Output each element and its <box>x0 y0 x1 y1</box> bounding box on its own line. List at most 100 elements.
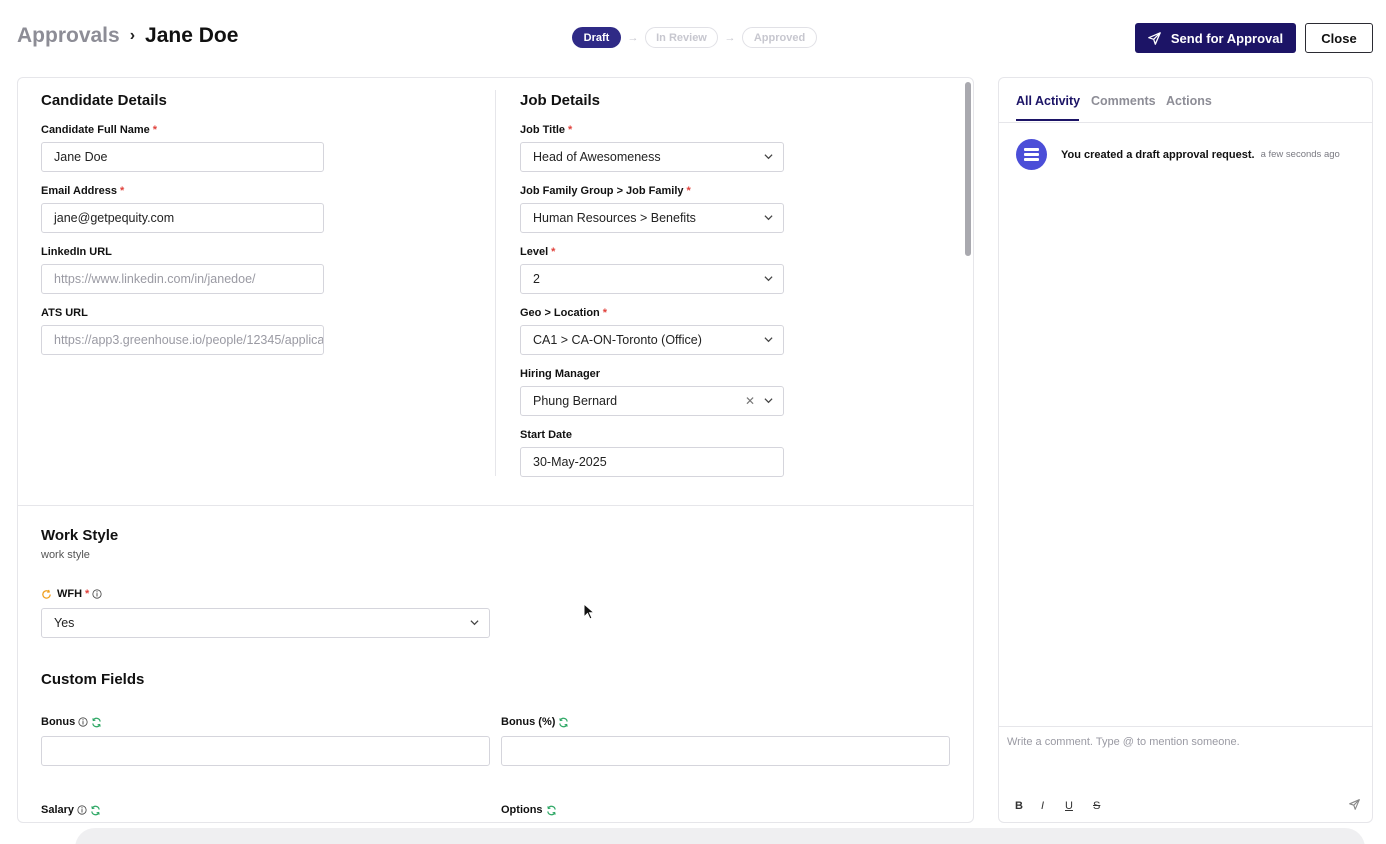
hiring-manager-value: Phung Bernard <box>533 394 618 408</box>
candidate-name-input[interactable]: Jane Doe <box>41 142 324 172</box>
tab-comments[interactable]: Comments <box>1091 94 1156 108</box>
chevron-down-icon <box>470 620 479 626</box>
linkedin-label-text: LinkedIn URL <box>41 246 112 258</box>
salary-label: Salary <box>41 804 101 816</box>
location-label: Geo > Location * <box>520 307 607 319</box>
work-style-title: Work Style <box>41 527 119 544</box>
close-button[interactable]: Close <box>1305 23 1373 53</box>
comment-input[interactable]: Write a comment. Type @ to mention someo… <box>1007 736 1240 748</box>
ats-label-text: ATS URL <box>41 307 88 319</box>
italic-button[interactable]: I <box>1041 800 1044 812</box>
start-date-input[interactable]: 30-May-2025 <box>520 447 784 477</box>
sync-icon <box>546 805 556 815</box>
step-approved: Approved <box>742 27 817 48</box>
job-title-label: Job Title * <box>520 124 572 136</box>
sync-icon <box>92 717 101 727</box>
tab-actions[interactable]: Actions <box>1166 94 1212 108</box>
job-family-value: Human Resources > Benefits <box>533 211 696 225</box>
send-for-approval-button[interactable]: Send for Approval <box>1135 23 1296 53</box>
location-select[interactable]: CA1 > CA-ON-Toronto (Office) <box>520 325 784 355</box>
required-marker: * <box>152 124 158 136</box>
bonus-pct-input[interactable] <box>501 736 950 766</box>
required-marker: * <box>551 246 556 258</box>
bottom-bar-shadow <box>75 828 1365 844</box>
breadcrumb: Approvals › Jane Doe <box>17 24 238 48</box>
info-icon[interactable] <box>92 589 102 599</box>
ats-label: ATS URL <box>41 307 88 319</box>
required-marker: * <box>120 185 125 197</box>
level-label-text: Level <box>520 246 549 258</box>
activity-text: You created a draft approval request. <box>1061 148 1255 161</box>
step-arrow-icon: → <box>724 31 736 44</box>
level-label: Level * <box>520 246 555 258</box>
clear-icon[interactable]: ✕ <box>745 394 755 408</box>
candidate-name-label: Candidate Full Name * <box>41 124 157 136</box>
info-icon[interactable] <box>78 717 88 727</box>
mouse-cursor-icon <box>583 603 595 620</box>
job-details-title: Job Details <box>520 92 601 109</box>
start-date-label: Start Date <box>520 429 572 441</box>
sync-icon <box>91 805 100 815</box>
chevron-down-icon <box>764 398 773 404</box>
bonus-label-text: Bonus <box>41 716 76 728</box>
breadcrumb-approvals-link[interactable]: Approvals <box>17 24 120 48</box>
job-title-select[interactable]: Head of Awesomeness <box>520 142 784 172</box>
hiring-manager-label-text: Hiring Manager <box>520 368 601 380</box>
hiring-manager-select[interactable]: Phung Bernard ✕ <box>520 386 784 416</box>
user-avatar-icon <box>1024 148 1039 161</box>
column-divider <box>495 90 496 476</box>
chevron-down-icon <box>764 215 773 221</box>
chevron-down-icon <box>764 154 773 160</box>
avatar <box>1016 139 1047 170</box>
linkedin-input[interactable]: https://www.linkedin.com/in/janedoe/ <box>41 264 324 294</box>
location-value: CA1 > CA-ON-Toronto (Office) <box>533 333 702 347</box>
activity-entry: You created a draft approval request. a … <box>1016 139 1340 170</box>
hiring-manager-label: Hiring Manager <box>520 368 600 380</box>
level-value: 2 <box>533 272 540 286</box>
send-comment-icon[interactable] <box>1349 799 1360 810</box>
options-label: Options <box>501 804 557 816</box>
page-header: Approvals › Jane Doe Draft → In Review →… <box>0 0 1386 76</box>
active-tab-indicator <box>1016 119 1079 121</box>
strikethrough-button[interactable]: S <box>1093 800 1100 812</box>
bonus-input[interactable] <box>41 736 490 766</box>
bonus-label: Bonus <box>41 716 102 728</box>
job-family-label-text: Job Family Group > Job Family <box>520 185 684 197</box>
bonus-pct-label: Bonus (%) <box>501 716 569 728</box>
chevron-down-icon <box>764 337 773 343</box>
start-date-label-text: Start Date <box>520 429 572 441</box>
salary-label-text: Salary <box>41 804 75 816</box>
job-family-label: Job Family Group > Job Family * <box>520 185 691 197</box>
required-marker: * <box>85 588 90 600</box>
wfh-select[interactable]: Yes <box>41 608 490 638</box>
work-style-subtitle: work style <box>41 549 90 561</box>
wfh-label: WFH * <box>41 588 102 600</box>
chevron-down-icon <box>764 276 773 282</box>
candidate-name-label-text: Candidate Full Name <box>41 124 150 136</box>
step-arrow-icon: → <box>627 31 639 44</box>
email-label: Email Address * <box>41 185 124 197</box>
tab-all-activity[interactable]: All Activity <box>1016 94 1080 108</box>
required-marker: * <box>568 124 573 136</box>
location-label-text: Geo > Location <box>520 307 600 319</box>
step-in-review: In Review <box>645 27 718 48</box>
candidate-details-title: Candidate Details <box>41 92 167 109</box>
level-select[interactable]: 2 <box>520 264 784 294</box>
required-marker: * <box>686 185 691 197</box>
step-draft: Draft <box>572 27 621 48</box>
form-scrollbar[interactable] <box>965 82 971 256</box>
wfh-value: Yes <box>54 616 75 630</box>
comment-composer[interactable]: Write a comment. Type @ to mention someo… <box>999 726 1372 822</box>
underline-button[interactable]: U <box>1065 800 1073 812</box>
job-title-value: Head of Awesomeness <box>533 150 661 164</box>
info-icon[interactable] <box>77 805 87 815</box>
email-input[interactable]: jane@getpequity.com <box>41 203 324 233</box>
job-family-select[interactable]: Human Resources > Benefits <box>520 203 784 233</box>
ats-input[interactable]: https://app3.greenhouse.io/people/12345/… <box>41 325 324 355</box>
custom-fields-title: Custom Fields <box>41 671 145 688</box>
options-label-text: Options <box>501 804 543 816</box>
approval-stepper: Draft → In Review → Approved <box>572 27 817 48</box>
breadcrumb-separator: › <box>129 27 136 44</box>
activity-tabs: All Activity Comments Actions <box>999 78 1372 123</box>
bold-button[interactable]: B <box>1015 800 1023 812</box>
